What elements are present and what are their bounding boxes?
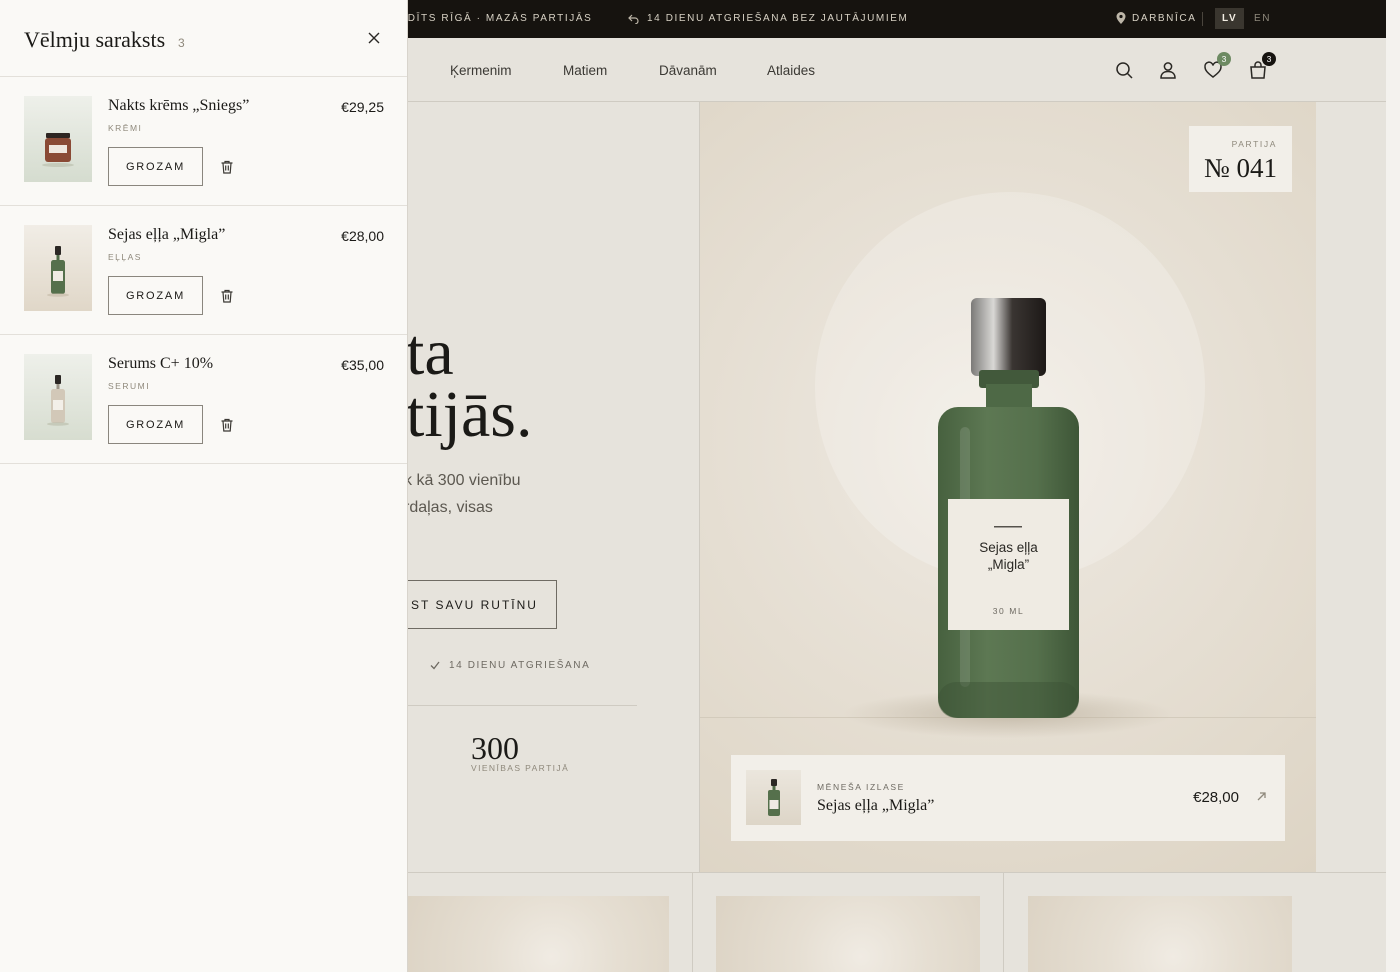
page-scrollbar-track[interactable] xyxy=(1386,0,1400,972)
topbar-divider xyxy=(1202,12,1203,26)
grid-column-divider xyxy=(692,873,693,972)
trash-icon xyxy=(221,289,233,303)
add-to-cart-button[interactable]: GROZAM xyxy=(108,276,203,315)
featured-product-card[interactable]: MĒNEŠA IZLASE Sejas eļļa „Migla” €28,00 xyxy=(731,755,1285,841)
build-routine-label: ST SAVU RUTĪNU xyxy=(411,597,538,612)
wishlist-item-price: €35,00 xyxy=(341,357,384,373)
nav-item-gifts[interactable]: Dāvanām xyxy=(659,63,717,78)
location-pin-icon xyxy=(1116,12,1126,24)
product-tile-image[interactable] xyxy=(716,896,980,972)
announcement-message: PILDĪTS RĪGĀ · MAZĀS PARTIJĀS xyxy=(388,13,593,24)
wishlist-item-thumbnail[interactable] xyxy=(24,96,92,182)
nav-item-hair[interactable]: Matiem xyxy=(563,63,607,78)
bottle-label-volume: 30 ML xyxy=(992,606,1025,616)
hero-subtitle-line-2: rdaļas, visas xyxy=(404,499,493,516)
oil-bottle-thumbnail xyxy=(24,225,92,311)
close-icon xyxy=(368,32,380,44)
user-icon xyxy=(1160,62,1176,79)
grid-divider xyxy=(408,872,1386,873)
wishlist-button[interactable]: 3 xyxy=(1201,52,1231,82)
account-button[interactable] xyxy=(1156,58,1180,82)
arrow-up-right-icon xyxy=(1257,792,1266,801)
search-icon xyxy=(1116,62,1133,79)
language-lv-button[interactable]: LV xyxy=(1215,8,1245,29)
hero-title-line-2: tijās. xyxy=(406,378,533,451)
cart-count-badge: 3 xyxy=(1262,52,1276,66)
wishlist-drawer: Vēlmju saraksts 3 Nakts krēms „Sniegs” K… xyxy=(0,0,408,972)
remove-item-button[interactable] xyxy=(219,417,235,433)
returns-announcement-text: 14 DIENU ATGRIEŠANA BEZ JAUTĀJUMIEM xyxy=(647,13,909,24)
remove-item-button[interactable] xyxy=(219,288,235,304)
oil-bottle-thumbnail xyxy=(768,779,780,816)
featured-kicker: MĒNEŠA IZLASE xyxy=(817,782,905,792)
serum-bottle-thumbnail xyxy=(24,354,92,440)
nav-item-body[interactable]: Ķermenim xyxy=(450,63,512,78)
close-wishlist-button[interactable] xyxy=(366,30,382,46)
cart-button[interactable]: 3 xyxy=(1246,52,1276,82)
wishlist-item-price: €28,00 xyxy=(341,228,384,244)
wishlist-item-name[interactable]: Serums C+ 10% xyxy=(108,355,213,373)
cream-jar-thumbnail xyxy=(24,96,92,182)
add-to-cart-button[interactable]: GROZAM xyxy=(108,147,203,186)
bottle-label-name: Sejas eļļa „Migla” xyxy=(979,540,1038,572)
featured-product-thumbnail xyxy=(746,770,801,825)
wishlist-item-category: KRĒMI xyxy=(108,123,143,133)
wishlist-item-thumbnail[interactable] xyxy=(24,225,92,311)
product-tile-image[interactable] xyxy=(1028,896,1292,972)
wishlist-item: Nakts krēms „Sniegs” KRĒMI €29,25 GROZAM xyxy=(0,77,407,206)
featured-product-price: €28,00 xyxy=(1193,789,1239,806)
returns-note-text: 14 DIENU ATGRIEŠANA xyxy=(449,660,591,671)
remove-item-button[interactable] xyxy=(219,159,235,175)
checkmark-icon xyxy=(430,661,440,670)
workshop-link[interactable]: DARBNĪCA xyxy=(1116,12,1196,24)
hero-title-line-1: ta xyxy=(406,316,454,389)
add-to-cart-button[interactable]: GROZAM xyxy=(108,405,203,444)
wishlist-item-price: €29,25 xyxy=(341,99,384,115)
wishlist-item-name[interactable]: Sejas eļļa „Migla” xyxy=(108,226,225,244)
wishlist-item-name[interactable]: Nakts krēms „Sniegs” xyxy=(108,97,249,115)
nav-item-sale[interactable]: Atlaides xyxy=(767,63,815,78)
build-routine-button[interactable]: ST SAVU RUTĪNU xyxy=(392,580,557,629)
wishlist-item-category: EĻĻAS xyxy=(108,252,142,262)
wishlist-item-thumbnail[interactable] xyxy=(24,354,92,440)
hero-product-image: Sejas eļļa „Migla” 30 ML PARTIJA № 041 M… xyxy=(699,102,1316,872)
search-button[interactable] xyxy=(1112,58,1136,82)
workshop-label: DARBNĪCA xyxy=(1132,12,1197,24)
wishlist-title: Vēlmju saraksts xyxy=(24,27,166,52)
grid-column-divider xyxy=(1003,873,1004,972)
language-en-button[interactable]: EN xyxy=(1247,8,1278,29)
trash-icon xyxy=(221,160,233,174)
batch-number: № 041 xyxy=(1203,153,1277,183)
wishlist-header: Vēlmju saraksts 3 xyxy=(0,0,407,77)
returns-announcement: 14 DIENU ATGRIEŠANA BEZ JAUTĀJUMIEM xyxy=(628,13,908,24)
returns-note: 14 DIENU ATGRIEŠANA xyxy=(430,660,590,671)
batch-label: PARTIJA xyxy=(1231,139,1277,149)
stat-number: 300 xyxy=(471,730,519,766)
wishlist-count-badge: 3 xyxy=(1217,52,1231,66)
wishlist-item-category: SERUMI xyxy=(108,381,151,391)
hero-subtitle-line-1: k kā 300 vienību xyxy=(404,472,521,489)
hero-divider xyxy=(408,705,637,706)
wishlist-item: Serums C+ 10% SERUMI €35,00 GROZAM xyxy=(0,335,407,464)
trash-icon xyxy=(221,418,233,432)
wishlist-count: 3 xyxy=(178,36,185,50)
return-arrow-icon xyxy=(628,14,639,24)
batch-card: PARTIJA № 041 xyxy=(1189,126,1292,192)
featured-product-name: Sejas eļļa „Migla” xyxy=(817,797,935,814)
product-tile-image[interactable] xyxy=(408,896,669,972)
stat-label: VIENĪBAS PARTIJĀ xyxy=(471,763,570,773)
wishlist-item: Sejas eļļa „Migla” EĻĻAS €28,00 GROZAM xyxy=(0,206,407,335)
